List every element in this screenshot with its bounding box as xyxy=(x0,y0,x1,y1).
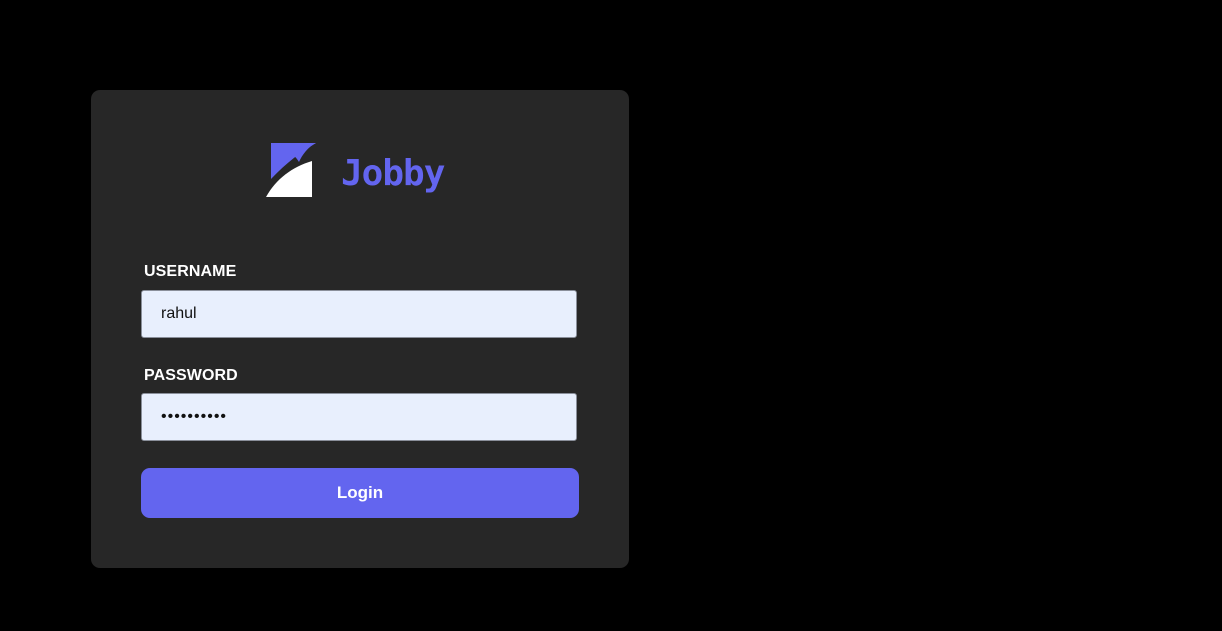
login-card: Jobby USERNAME PASSWORD Login xyxy=(91,90,629,568)
brand-logo: Jobby xyxy=(266,142,445,198)
password-input[interactable] xyxy=(141,393,577,441)
username-label: USERNAME xyxy=(144,263,237,280)
brand-name: Jobby xyxy=(341,152,445,194)
password-label: PASSWORD xyxy=(144,367,238,384)
username-input[interactable] xyxy=(141,290,577,338)
jobby-logo-icon xyxy=(266,143,316,197)
login-button[interactable]: Login xyxy=(141,468,579,518)
